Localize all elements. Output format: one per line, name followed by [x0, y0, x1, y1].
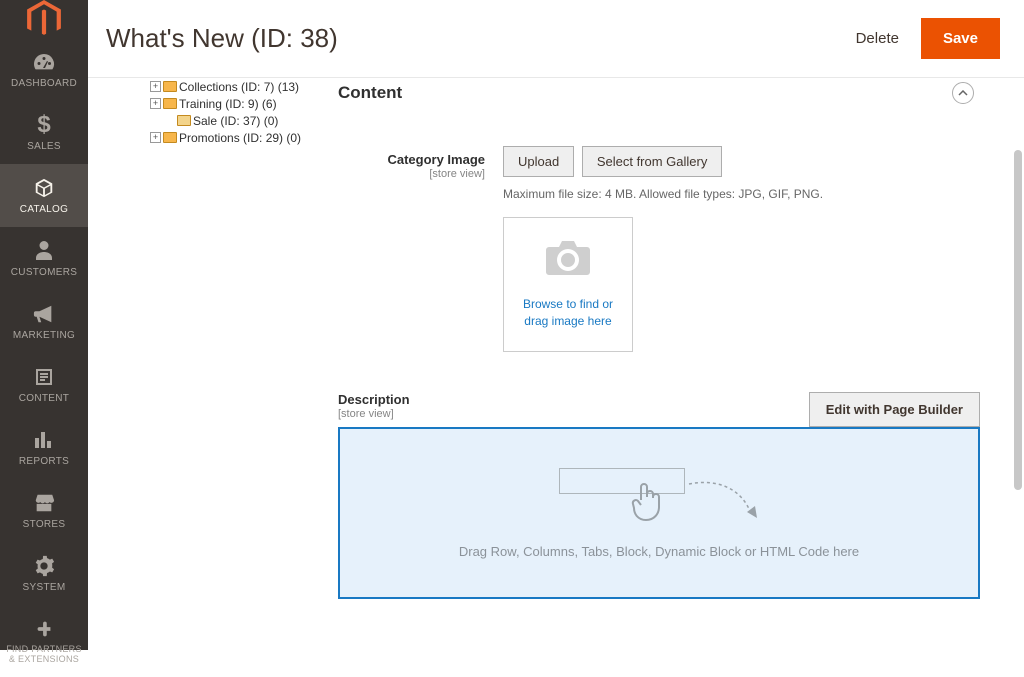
file-hint: Maximum file size: 4 MB. Allowed file ty… [503, 187, 980, 201]
category-image-row: Category Image [store view] Upload Selec… [338, 146, 980, 352]
tree-node-training[interactable]: + Training (ID: 9) (6) [150, 95, 301, 112]
header-actions: Delete Save [848, 18, 1000, 59]
nav-stores[interactable]: STORES [0, 479, 88, 542]
upload-button[interactable]: Upload [503, 146, 574, 177]
main-area: What's New (ID: 38) Delete Save + Collec… [88, 0, 1024, 651]
folder-icon [163, 98, 177, 109]
arrow-icon [687, 478, 759, 528]
nav-reports[interactable]: REPORTS [0, 416, 88, 479]
chevron-up-icon [958, 90, 968, 96]
nav-content[interactable]: CONTENT [0, 353, 88, 416]
content-section: Content Category Image [store view] Uplo… [338, 72, 1010, 599]
content-header: Content [338, 72, 980, 118]
nav-system[interactable]: SYSTEM [0, 542, 88, 605]
description-row: Description [store view] Edit with Page … [338, 392, 980, 599]
nav-marketing[interactable]: MARKETING [0, 290, 88, 353]
puzzle-icon [33, 615, 55, 643]
browse-link[interactable]: Browse to find or drag image here [514, 296, 622, 330]
description-label: Description [338, 392, 410, 407]
category-image-label: Category Image [387, 152, 485, 167]
scrollbar[interactable] [1014, 150, 1022, 490]
nav-partners[interactable]: FIND PARTNERS & EXTENSIONS [0, 605, 88, 677]
store-icon [33, 489, 55, 517]
tree-node-sale[interactable]: Sale (ID: 37) (0) [164, 112, 301, 129]
gauge-icon [32, 48, 56, 76]
nav-catalog[interactable]: CATALOG [0, 164, 88, 227]
folder-icon [177, 115, 191, 126]
camera-icon [545, 239, 591, 280]
edit-with-page-builder-button[interactable]: Edit with Page Builder [809, 392, 980, 427]
scope-label: [store view] [338, 168, 485, 180]
page-builder-dropzone[interactable]: Drag Row, Columns, Tabs, Block, Dynamic … [338, 427, 980, 599]
section-title: Content [338, 83, 402, 103]
content-area: + Collections (ID: 7) (13) + Training (I… [88, 72, 1010, 639]
delete-button[interactable]: Delete [848, 20, 907, 57]
drag-illustration [559, 468, 759, 524]
category-tree: + Collections (ID: 7) (13) + Training (I… [136, 78, 301, 146]
megaphone-icon [33, 300, 55, 328]
person-icon [35, 237, 53, 265]
expand-icon[interactable]: + [150, 81, 161, 92]
hand-icon [629, 480, 665, 522]
page-header: What's New (ID: 38) Delete Save [88, 0, 1024, 78]
page-title: What's New (ID: 38) [106, 23, 338, 54]
magento-logo[interactable] [0, 0, 88, 38]
document-icon [34, 363, 54, 391]
expand-icon[interactable]: + [150, 132, 161, 143]
box-icon [33, 174, 55, 202]
bars-icon [33, 426, 55, 454]
dollar-icon: $ [37, 111, 50, 139]
folder-icon [163, 132, 177, 143]
nav-dashboard[interactable]: DASHBOARD [0, 38, 88, 101]
folder-icon [163, 81, 177, 92]
nav-sales[interactable]: $ SALES [0, 101, 88, 164]
gear-icon [33, 552, 55, 580]
tree-node-promotions[interactable]: + Promotions (ID: 29) (0) [150, 129, 301, 146]
tree-node-collections[interactable]: + Collections (ID: 7) (13) [150, 78, 301, 95]
image-drop-zone[interactable]: Browse to find or drag image here [503, 217, 633, 352]
expand-icon[interactable]: + [150, 98, 161, 109]
admin-sidebar: DASHBOARD $ SALES CATALOG CUSTOMERS MARK… [0, 0, 88, 650]
dropzone-hint: Drag Row, Columns, Tabs, Block, Dynamic … [459, 544, 859, 559]
select-from-gallery-button[interactable]: Select from Gallery [582, 146, 723, 177]
save-button[interactable]: Save [921, 18, 1000, 59]
collapse-button[interactable] [952, 82, 974, 104]
nav-customers[interactable]: CUSTOMERS [0, 227, 88, 290]
scope-label: [store view] [338, 408, 410, 420]
